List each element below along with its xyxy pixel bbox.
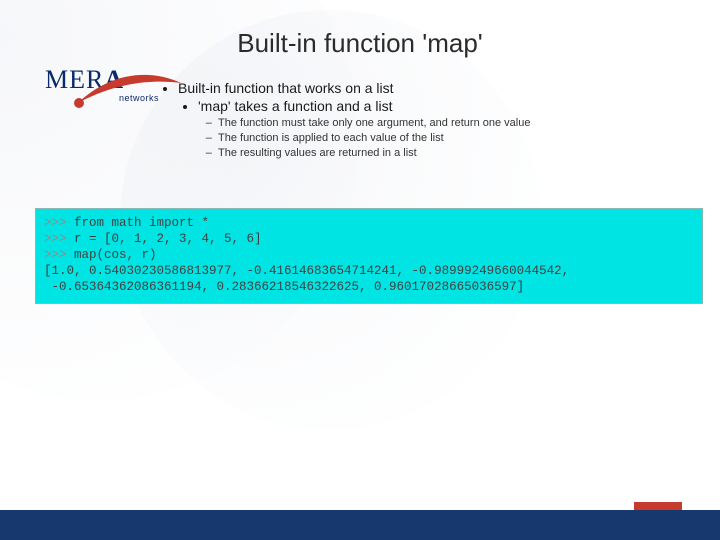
bullet-level3: The function must take only one argument… (218, 117, 690, 129)
code-line: from math import * (74, 216, 209, 230)
bullet-level2: 'map' takes a function and a list (198, 98, 690, 114)
bullet-level3: The resulting values are returned in a l… (218, 147, 690, 159)
background-deco (0, 0, 360, 400)
content-area: Built-in function that works on a list '… (160, 78, 690, 162)
code-output: [1.0, 0.54030230586813977, -0.4161468365… (44, 264, 569, 278)
footer-bar (0, 510, 720, 540)
bullet-level3: The function is applied to each value of… (218, 132, 690, 144)
code-line: map(cos, r) (74, 248, 157, 262)
brand-subtext: networks (119, 93, 159, 103)
slide-footer (0, 500, 720, 540)
slide-title: Built-in function 'map' (0, 28, 720, 59)
footer-accent (634, 502, 682, 510)
code-line: r = [0, 1, 2, 3, 4, 5, 6] (74, 232, 262, 246)
code-block: >>> from math import * >>> r = [0, 1, 2,… (35, 208, 703, 304)
bullet-level1: Built-in function that works on a list (178, 80, 690, 96)
repl-prompt: >>> (44, 248, 74, 262)
code-output: -0.65364362086361194, 0.2836621854632262… (44, 280, 524, 294)
repl-prompt: >>> (44, 232, 74, 246)
repl-prompt: >>> (44, 216, 74, 230)
